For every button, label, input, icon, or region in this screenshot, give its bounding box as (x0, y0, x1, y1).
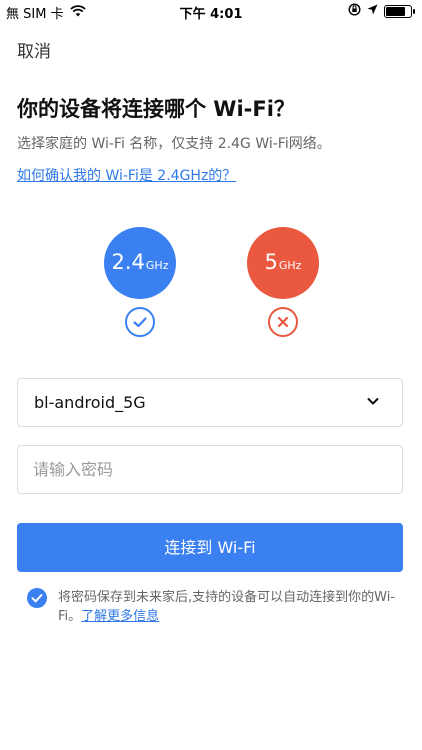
battery-icon (384, 5, 415, 18)
x-circle-icon (268, 307, 298, 337)
password-input[interactable] (33, 446, 373, 493)
cancel-button[interactable]: 取消 (17, 37, 51, 62)
band-number: 2.4 (111, 250, 145, 274)
checkmark-icon (31, 594, 43, 603)
band-unit: GHz (145, 259, 169, 272)
orientation-lock-icon (348, 3, 361, 20)
page-title: 你的设备将连接哪个 Wi-Fi？ (17, 97, 295, 121)
agreement-text: 将密码保存到未来家后,支持的设备可以自动连接到你的Wi-Fi。了解更多信息 (58, 588, 398, 626)
wifi-name-value: bl-android_5G (34, 393, 146, 412)
band-5ghz-badge: 5 GHz (247, 227, 319, 299)
agree-checkbox[interactable] (27, 588, 47, 608)
chevron-down-icon (366, 393, 380, 412)
band-2-4ghz-badge: 2.4 GHz (104, 227, 176, 299)
password-field-box (17, 445, 403, 494)
connect-wifi-button[interactable]: 连接到 Wi-Fi (17, 523, 403, 572)
learn-more-link[interactable]: 了解更多信息 (81, 609, 159, 624)
help-link[interactable]: 如何确认我的 Wi-Fi是 2.4GHz的？ (17, 165, 236, 185)
page-subtitle: 选择家庭的 Wi-Fi 名称，仅支持 2.4G Wi-Fi网络。 (17, 136, 331, 152)
battery-level (386, 7, 405, 16)
band-unit: GHz (278, 259, 302, 272)
location-arrow-icon (367, 4, 378, 19)
check-circle-icon (125, 307, 155, 337)
wifi-name-select[interactable]: bl-android_5G (17, 378, 403, 427)
status-bar: 無 SIM 卡 下午 4:01 (0, 0, 422, 22)
band-number: 5 (264, 250, 278, 274)
status-right (348, 3, 415, 20)
